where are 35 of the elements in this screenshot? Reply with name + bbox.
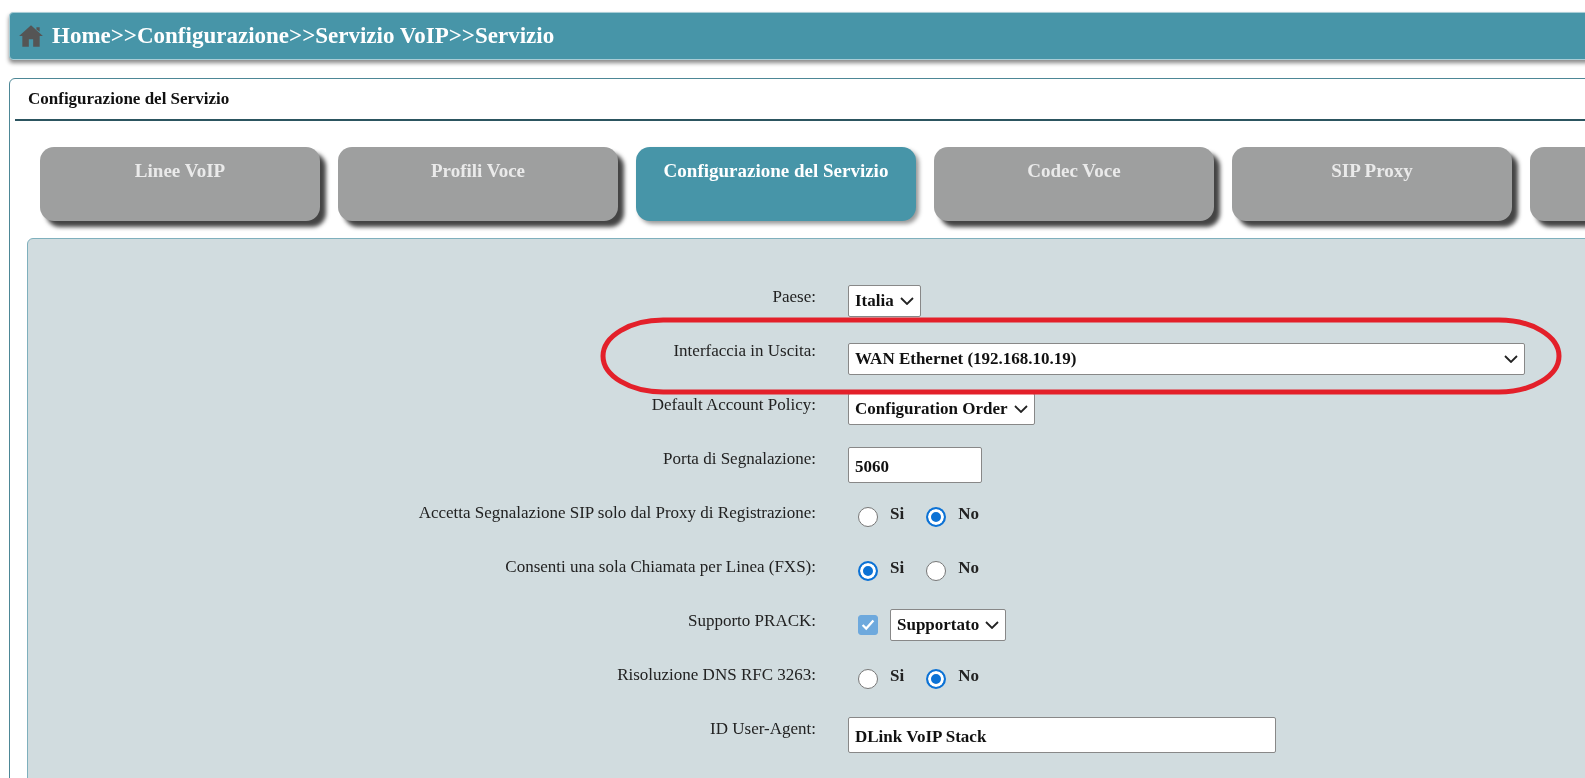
caret-icon <box>899 297 914 305</box>
breadcrumb-text: Home>>Configurazione>>Servizio VoIP>>Servizio <box>52 23 555 49</box>
field-label: Paese: <box>771 286 816 308</box>
radio-label: No <box>958 504 979 524</box>
radio-label: Si <box>890 666 905 686</box>
input-field[interactable]: 5060 <box>848 447 982 483</box>
field-label: Risoluzione DNS RFC 3263: <box>616 664 816 686</box>
radio-button[interactable] <box>926 561 947 581</box>
radio-button[interactable] <box>926 669 947 689</box>
radio-label: No <box>958 558 979 578</box>
radio-button[interactable] <box>858 669 878 689</box>
caret-icon <box>985 621 1000 629</box>
radio-label: Si <box>890 558 905 578</box>
field-label: Interfaccia in Uscita: <box>672 340 816 362</box>
field-label: Supporto PRACK: <box>687 610 816 632</box>
radio-label: No <box>958 666 979 686</box>
panel-title: Configurazione del Servizio <box>15 79 1585 121</box>
field-label: Default Account Policy: <box>650 394 816 416</box>
home-icon[interactable] <box>18 24 44 48</box>
radio-button[interactable] <box>858 507 878 527</box>
dropdown[interactable]: Configuration Order <box>848 393 1035 425</box>
radio-label: Si <box>890 504 905 524</box>
dropdown[interactable]: Italia <box>848 285 921 317</box>
dropdown[interactable]: WAN Ethernet (192.168.10.19) <box>848 343 1525 375</box>
caret-icon <box>1013 405 1028 413</box>
radio-button[interactable] <box>858 561 878 581</box>
field-label: ID User-Agent: <box>709 718 816 740</box>
caret-icon <box>1504 355 1518 363</box>
field-label: Consenti una sola Chiamata per Linea (FXS): <box>504 556 816 578</box>
checkbox[interactable] <box>858 615 878 635</box>
dropdown[interactable]: Supportato <box>890 609 1007 641</box>
radio-button[interactable] <box>926 507 947 527</box>
input-field[interactable]: DLink VoIP Stack <box>848 717 1276 753</box>
field-label: Porta di Segnalazione: <box>662 448 816 470</box>
field-label: Accetta Segnalazione SIP solo dal Proxy di Registrazione: <box>417 502 816 524</box>
